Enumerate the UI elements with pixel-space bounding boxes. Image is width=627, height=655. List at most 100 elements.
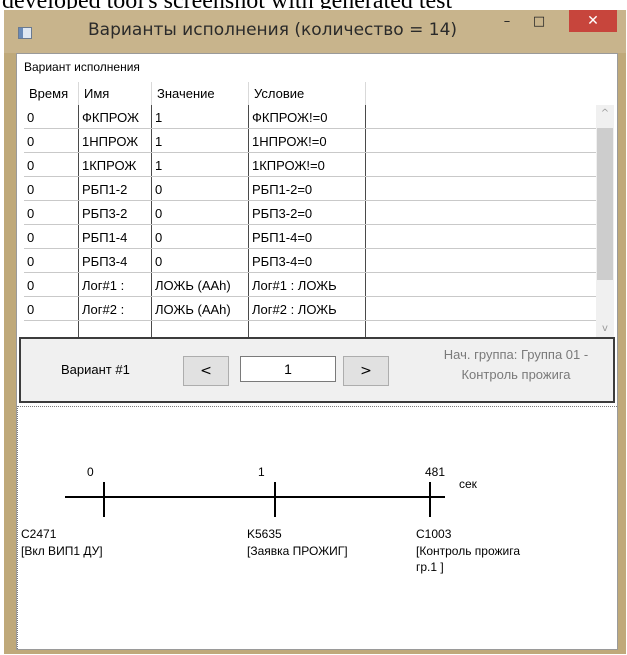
cell-value: 1 [152,153,249,176]
cell-value [152,321,249,337]
cell-name: Лог#2 : [79,297,152,320]
column-header-filler [366,82,596,105]
cell-time: 0 [24,297,79,320]
table-row[interactable]: 0 Лог#2 : ЛОЖЬ (AAh) Лог#2 : ЛОЖЬ [24,297,596,321]
table-row[interactable]: 0 РБП1-4 0 РБП1-4=0 [24,225,596,249]
cell-time [24,321,79,337]
cell-filler [366,321,596,337]
cell-name: 1НПРОЖ [79,129,152,152]
table-row[interactable]: 0 1НПРОЖ 1 1НПРОЖ!=0 [24,129,596,153]
event-description: [Контроль прожига [416,544,520,558]
maximize-button[interactable]: □ [525,10,553,32]
table-row[interactable]: 0 РБП3-2 0 РБП3-2=0 [24,201,596,225]
event-time: 481 [425,465,445,479]
scroll-down-icon[interactable]: v [596,320,614,337]
cell-time: 0 [24,249,79,272]
cell-condition: Лог#1 : ЛОЖЬ [249,273,366,296]
cell-time: 0 [24,105,79,128]
cell-filler [366,297,596,320]
start-group-line2: Контроль прожига [461,367,571,382]
next-variant-button[interactable]: > [343,356,389,386]
cell-filler [366,225,596,248]
cell-condition: 1НПРОЖ!=0 [249,129,366,152]
title-bar[interactable]: Варианты исполнения (количество = 14) – … [4,10,626,53]
event-code: C2471 [21,527,57,541]
table-row[interactable]: 0 РБП3-4 0 РБП3-4=0 [24,249,596,273]
cell-condition: 1КПРОЖ!=0 [249,153,366,176]
cell-value: 1 [152,105,249,128]
document-caption: developed tool's screenshot with generat… [0,0,627,9]
previous-variant-button[interactable]: < [183,356,229,386]
event-description: [Заявка ПРОЖИГ] [247,544,348,558]
cell-time: 0 [24,201,79,224]
cell-time: 0 [24,273,79,296]
cell-filler [366,129,596,152]
variant-navigator: Вариант #1 < 1 > Нач. группа: Группа 01 … [19,337,615,403]
cell-value: 0 [152,177,249,200]
cell-filler [366,273,596,296]
cell-value: 1 [152,129,249,152]
table-row[interactable] [24,321,596,337]
time-unit-label: сек [459,477,478,491]
start-group-line1: Нач. группа: Группа 01 - [443,347,589,362]
table-row[interactable]: 0 1КПРОЖ 1 1КПРОЖ!=0 [24,153,596,177]
column-header-time[interactable]: Время [24,82,79,105]
cell-condition: РБП3-4=0 [249,249,366,272]
scroll-up-icon[interactable]: ^ [596,105,614,122]
cell-name: РБП1-4 [79,225,152,248]
variants-table: 0 ФКПРОЖ 1 ФКПРОЖ!=0 0 1НПРОЖ 1 1НПРОЖ!=… [24,105,596,337]
cell-condition: РБП1-4=0 [249,225,366,248]
cell-name: ФКПРОЖ [79,105,152,128]
column-header-name[interactable]: Имя [79,82,152,105]
cell-filler [366,153,596,176]
cell-filler [366,177,596,200]
cell-name: Лог#1 : [79,273,152,296]
table-scrollbar[interactable]: ^ v [596,105,614,337]
column-header-condition[interactable]: Условие [249,82,366,105]
cell-condition: ФКПРОЖ!=0 [249,105,366,128]
cell-value: ЛОЖЬ (AAh) [152,273,249,296]
scroll-thumb[interactable] [597,128,613,280]
cell-value: 0 [152,201,249,224]
cell-value: 0 [152,225,249,248]
cell-name [79,321,152,337]
timeline-diagram: 0 1 481 сек C2471 [Вкл ВИП1 ДУ] K5635 [З… [21,465,520,574]
window-title: Варианты исполнения (количество = 14) [88,20,458,40]
cell-value: ЛОЖЬ (AAh) [152,297,249,320]
cell-filler [366,249,596,272]
event-code: C1003 [416,527,452,541]
event-code: K5635 [247,527,282,541]
cell-condition: РБП1-2=0 [249,177,366,200]
variant-number-input[interactable]: 1 [240,356,336,382]
table-header: Время Имя Значение Условие [24,82,614,105]
cell-condition: Лог#2 : ЛОЖЬ [249,297,366,320]
event-description: [Вкл ВИП1 ДУ] [21,544,103,558]
cell-condition: РБП3-2=0 [249,201,366,224]
cell-name: РБП1-2 [79,177,152,200]
variants-window: Варианты исполнения (количество = 14) – … [4,10,626,654]
table-row[interactable]: 0 ФКПРОЖ 1 ФКПРОЖ!=0 [24,105,596,129]
cell-name: РБП3-4 [79,249,152,272]
cell-condition [249,321,366,337]
cell-filler [366,105,596,128]
cell-time: 0 [24,153,79,176]
event-time: 1 [258,465,265,479]
close-button[interactable]: ✕ [569,10,617,32]
cell-time: 0 [24,129,79,152]
minimize-button[interactable]: – [493,10,521,32]
start-group-info: Нач. группа: Группа 01 - Контроль прожиг… [416,345,616,385]
cell-value: 0 [152,249,249,272]
table-row[interactable]: 0 Лог#1 : ЛОЖЬ (AAh) Лог#1 : ЛОЖЬ [24,273,596,297]
cell-name: РБП3-2 [79,201,152,224]
window-client: Вариант исполнения Время Имя Значение Ус… [16,53,618,650]
cell-time: 0 [24,177,79,200]
event-time: 0 [87,465,94,479]
cell-name: 1КПРОЖ [79,153,152,176]
cell-time: 0 [24,225,79,248]
cell-filler [366,201,596,224]
timeline-panel: 0 1 481 сек C2471 [Вкл ВИП1 ДУ] K5635 [З… [17,406,617,649]
table-row[interactable]: 0 РБП1-2 0 РБП1-2=0 [24,177,596,201]
app-icon [18,27,32,39]
variant-label: Вариант #1 [61,362,130,377]
column-header-value[interactable]: Значение [152,82,249,105]
